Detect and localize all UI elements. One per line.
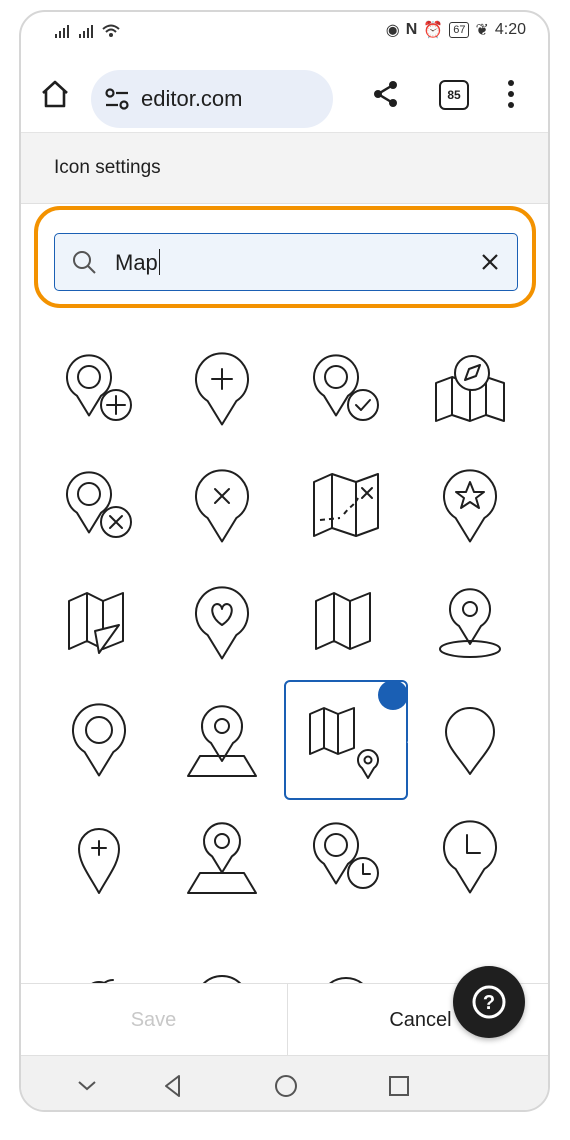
pin-star-icon: [443, 469, 497, 543]
page-title: Icon settings: [54, 157, 161, 178]
icon-grid: [21, 327, 548, 983]
treasure-map-tile[interactable]: [284, 446, 408, 566]
location-check-tile[interactable]: [284, 329, 408, 449]
partial-icon-tile[interactable]: [284, 914, 408, 983]
pin-circle-icon: [72, 703, 126, 777]
back-icon[interactable]: [159, 1072, 187, 1100]
battery-icon: 67: [449, 22, 470, 38]
folded-map-tile[interactable]: [284, 563, 408, 683]
time: 4:20: [494, 21, 526, 38]
location-remove-icon: [66, 471, 132, 538]
pin-ground-tile[interactable]: [408, 563, 532, 683]
pin-plus-icon: [195, 352, 249, 426]
signal-icon: [53, 22, 133, 43]
map-compass-tile[interactable]: [408, 329, 532, 449]
location-time-tile[interactable]: [284, 797, 408, 917]
pin-plus-tile[interactable]: [160, 329, 284, 449]
pin-clock-icon: [443, 820, 497, 894]
save-button[interactable]: Save: [21, 984, 286, 1056]
site-settings-icon[interactable]: [103, 85, 131, 113]
location-remove-tile[interactable]: [37, 446, 161, 566]
svg-text:?: ?: [483, 992, 495, 1014]
map-navigation-tile[interactable]: [37, 563, 161, 683]
pin-platform-icon: [187, 822, 257, 894]
pin-x-icon: [195, 469, 249, 543]
address-bar[interactable]: editor.com: [91, 70, 333, 128]
pin-small-plus-tile[interactable]: [37, 797, 161, 917]
pin-small-plus-icon: [78, 828, 120, 894]
text-caret: [158, 249, 161, 275]
system-nav-bar: [21, 1055, 548, 1110]
search-icon: [73, 251, 96, 274]
settings-header: Icon settings: [21, 132, 548, 204]
leaf-icon: ❦: [475, 22, 489, 39]
browser-toolbar: editor.com 85: [21, 52, 548, 142]
recents-icon[interactable]: [385, 1072, 413, 1100]
location-add-tile[interactable]: [37, 329, 161, 449]
eye-icon: ◉: [385, 22, 400, 39]
search-input[interactable]: Map: [54, 233, 518, 291]
pin-empty-icon: [445, 707, 495, 775]
help-button[interactable]: ?: [453, 966, 525, 1038]
map-compass-icon: [435, 355, 505, 422]
location-add-icon: [66, 354, 132, 421]
pin-x-tile[interactable]: [160, 446, 284, 566]
treasure-map-icon: [313, 473, 379, 537]
map-with-pin-tile[interactable]: [284, 680, 469, 800]
map-with-pin-icon: [309, 707, 379, 779]
partial-icon-tile[interactable]: [160, 914, 284, 983]
folded-map-icon: [315, 592, 371, 650]
tab-switcher-button[interactable]: 85: [439, 80, 469, 110]
pin-circle-tile[interactable]: [37, 680, 161, 800]
clear-icon[interactable]: [479, 251, 501, 273]
pin-platform-tile[interactable]: [160, 797, 284, 917]
pin-heart-icon: [195, 586, 249, 660]
more-menu-icon[interactable]: [499, 76, 523, 112]
partial-pin-icon: [91, 979, 114, 983]
partial-pin-icon: [329, 977, 363, 983]
pin-star-tile[interactable]: [408, 446, 532, 566]
chevron-down-icon[interactable]: [73, 1072, 101, 1100]
help-icon: ?: [472, 985, 506, 1019]
share-icon[interactable]: [371, 78, 401, 110]
home-nav-icon[interactable]: [272, 1072, 300, 1100]
location-check-icon: [313, 354, 379, 421]
pin-clock-tile[interactable]: [408, 797, 532, 917]
phone-frame: ◉ N ⏰ 67 ❦ 4:20 editor.com 85 Icon setti…: [19, 10, 550, 1112]
location-time-icon: [313, 822, 379, 889]
search-value: Map: [115, 250, 158, 275]
nfc-icon: N: [405, 21, 418, 38]
status-icons: ◉ N ⏰ 67 ❦ 4:20: [386, 20, 526, 40]
pin-on-map-tile[interactable]: [160, 680, 284, 800]
partial-pin-icon: [202, 975, 242, 983]
map-navigation-icon: [68, 592, 124, 654]
url-text: editor.com: [141, 86, 243, 111]
selected-check-icon: [378, 680, 469, 764]
pin-ground-icon: [439, 588, 501, 658]
partial-icon-tile[interactable]: [37, 914, 161, 983]
pin-heart-tile[interactable]: [160, 563, 284, 683]
pin-on-map-icon: [187, 705, 257, 777]
home-icon[interactable]: [39, 78, 71, 110]
pin-empty-tile[interactable]: [408, 680, 532, 800]
alarm-icon: ⏰: [423, 22, 444, 39]
status-bar: ◉ N ⏰ 67 ❦ 4:20: [21, 12, 548, 50]
